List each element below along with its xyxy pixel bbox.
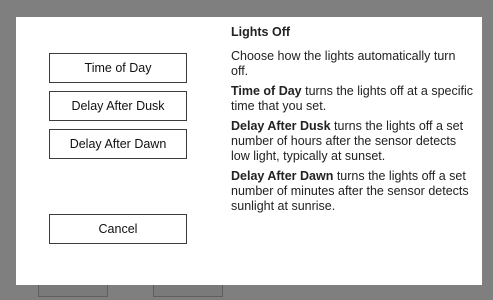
delay-after-dusk-button[interactable]: Delay After Dusk [49,91,187,121]
delay-after-dawn-description: Delay After Dawn turns the lights off a … [231,169,476,214]
delay-after-dusk-description: Delay After Dusk turns the lights off a … [231,119,476,164]
description-term: Time of Day [231,84,302,98]
description-panel: Lights Off Choose how the lights automat… [231,25,476,219]
background-button-ghost [38,285,108,297]
intro-text: Choose how the lights automatically turn… [231,49,456,78]
cancel-button[interactable]: Cancel [49,214,187,244]
time-of-day-button[interactable]: Time of Day [49,53,187,83]
description-term: Delay After Dusk [231,119,331,133]
background-button-ghost [153,285,223,297]
lights-off-dialog: Time of Day Delay After Dusk Delay After… [16,17,482,285]
time-of-day-description: Time of Day turns the lights off at a sp… [231,84,476,114]
description-term: Delay After Dawn [231,169,334,183]
delay-after-dawn-button[interactable]: Delay After Dawn [49,129,187,159]
dialog-title: Lights Off [231,25,291,39]
